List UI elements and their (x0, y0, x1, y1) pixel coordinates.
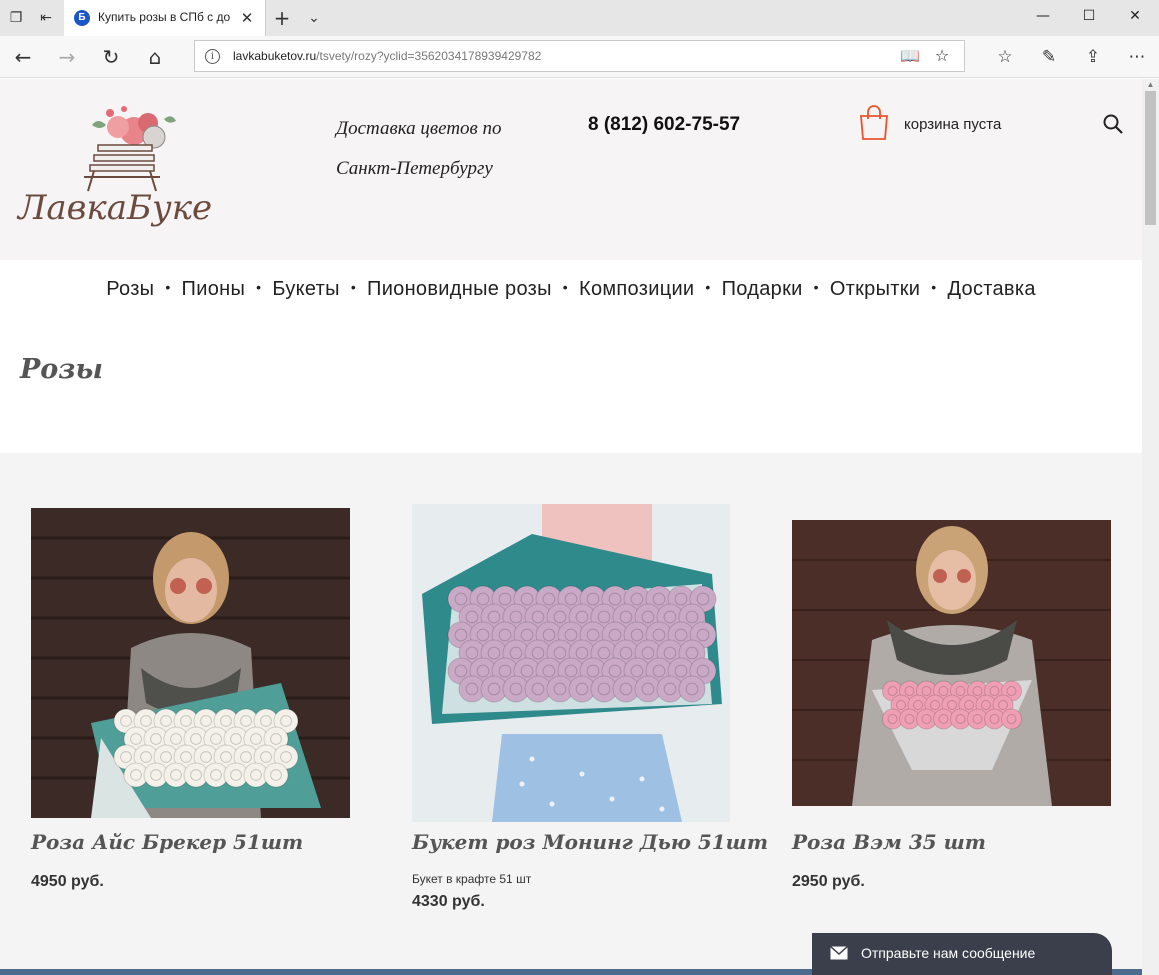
shopping-bag-icon[interactable] (858, 105, 890, 141)
back-icon[interactable]: ← (8, 42, 38, 72)
menu-separator: • (562, 279, 568, 295)
web-page: ЛавкаБукетов Доставка цветов по Санкт-Пе… (0, 79, 1142, 975)
product-name[interactable]: Роза Вэм 35 шт (792, 830, 986, 854)
maximize-window-icon[interactable]: ☐ (1066, 0, 1112, 32)
logo-text: ЛавкаБукетов (16, 188, 214, 228)
tab-close-icon[interactable]: ✕ (237, 8, 257, 28)
url-domain: lavkabuketov.ru (233, 49, 317, 63)
url-text[interactable]: lavkabuketov.ru/tsvety/rozy?yclid=356203… (233, 49, 541, 63)
web-note-pen-icon[interactable]: ✎ (1034, 42, 1064, 72)
product-catalog: Роза Айс Брекер 51шт 4950 руб. Букет роз… (0, 453, 1142, 975)
browser-nav-bar: ← → ↻ ⌂ i lavkabuketov.ru/tsvety/rozy?yc… (0, 36, 1159, 78)
menu-item[interactable]: Букеты (272, 278, 339, 301)
product-image[interactable] (31, 508, 350, 818)
refresh-icon[interactable]: ↻ (96, 42, 126, 72)
rose-bloom (678, 675, 706, 703)
product-price: 4950 руб. (31, 873, 104, 890)
menu-item[interactable]: Розы (106, 278, 154, 301)
url-path: /tsvety/rozy?yclid=3562034178939429782 (316, 49, 542, 63)
product-image[interactable] (412, 504, 730, 822)
forward-icon[interactable]: → (52, 42, 82, 72)
menu-item[interactable]: Доставка (947, 278, 1035, 301)
tab-manager-icon[interactable]: ❐ (6, 8, 26, 28)
product-name[interactable]: Букет роз Монинг Дью 51шт (412, 830, 768, 854)
site-header: ЛавкаБукетов Доставка цветов по Санкт-Пе… (0, 79, 1142, 260)
envelope-icon (830, 946, 848, 960)
rose-cluster (882, 680, 1022, 730)
menu-separator: • (256, 279, 262, 295)
close-window-icon[interactable]: ✕ (1112, 0, 1158, 32)
main-menu: Розы • Пионы • Букеты • Пионовидные розы • Компо… (0, 278, 1142, 301)
search-icon[interactable] (1102, 113, 1124, 135)
favorite-star-icon[interactable]: ☆ (931, 45, 953, 67)
home-icon[interactable]: ⌂ (140, 42, 170, 72)
menu-separator: • (165, 279, 171, 295)
menu-separator: • (931, 279, 937, 295)
rose-cluster (447, 585, 717, 703)
product-name[interactable]: Роза Айс Брекер 51шт (31, 830, 303, 854)
tab-title: Купить розы в СПб с до (98, 10, 231, 24)
address-bar[interactable]: i lavkabuketov.ru/tsvety/rozy?yclid=3562… (194, 40, 965, 72)
product-image[interactable] (792, 520, 1111, 806)
menu-separator: • (350, 279, 357, 295)
reading-view-icon[interactable]: 📖 (899, 45, 921, 67)
more-menu-icon[interactable]: ⋯ (1122, 42, 1152, 72)
product-price: 2950 руб. (792, 873, 865, 890)
product-price: 4330 руб. (412, 893, 485, 910)
menu-item[interactable]: Открытки (830, 278, 920, 301)
page-title: Розы (20, 354, 104, 385)
page-scrollbar[interactable]: ▲ (1142, 79, 1159, 975)
scrollbar-thumb[interactable] (1145, 91, 1156, 225)
cart-status[interactable]: корзина пуста (904, 116, 1001, 133)
site-info-icon[interactable]: i (205, 49, 220, 64)
favorites-hub-icon[interactable]: ☆ (990, 42, 1020, 72)
browser-tab-active[interactable]: Б Купить розы в СПб с до ✕ (64, 0, 266, 36)
new-tab-icon[interactable]: + (272, 8, 292, 28)
tab-aside-icon[interactable]: ⇤ (36, 8, 56, 28)
rose-bloom (263, 762, 289, 788)
chat-widget[interactable]: Отправьте нам сообщение (812, 933, 1112, 975)
menu-separator: • (705, 279, 711, 295)
menu-item[interactable]: Пионы (182, 278, 246, 301)
menu-item[interactable]: Подарки (722, 278, 803, 301)
delivery-text: Доставка цветов по Санкт-Петербургу (336, 118, 502, 179)
menu-item[interactable]: Пионовидные розы (367, 278, 552, 301)
product-description: Букет в крафте 51 шт (412, 872, 532, 886)
menu-separator: • (813, 279, 819, 295)
lavka-buketov-logo[interactable]: ЛавкаБукетов (14, 101, 214, 237)
tab-preview-chevron-icon[interactable]: ⌄ (304, 8, 324, 28)
share-icon[interactable]: ⇪ (1078, 42, 1108, 72)
phone-number[interactable]: 8 (812) 602-75-57 (588, 114, 740, 136)
minimize-window-icon[interactable]: — (1020, 0, 1066, 32)
scroll-up-icon[interactable]: ▲ (1142, 79, 1159, 91)
rose-bloom (1001, 708, 1022, 730)
chat-label: Отправьте нам сообщение (861, 945, 1036, 961)
browser-tab-bar: ❐ ⇤ Б Купить розы в СПб с до ✕ + ⌄ — ☐ ✕ (0, 0, 1159, 36)
rose-cluster (113, 708, 299, 788)
menu-item[interactable]: Композиции (579, 278, 694, 301)
site-favicon-icon: Б (74, 10, 90, 26)
